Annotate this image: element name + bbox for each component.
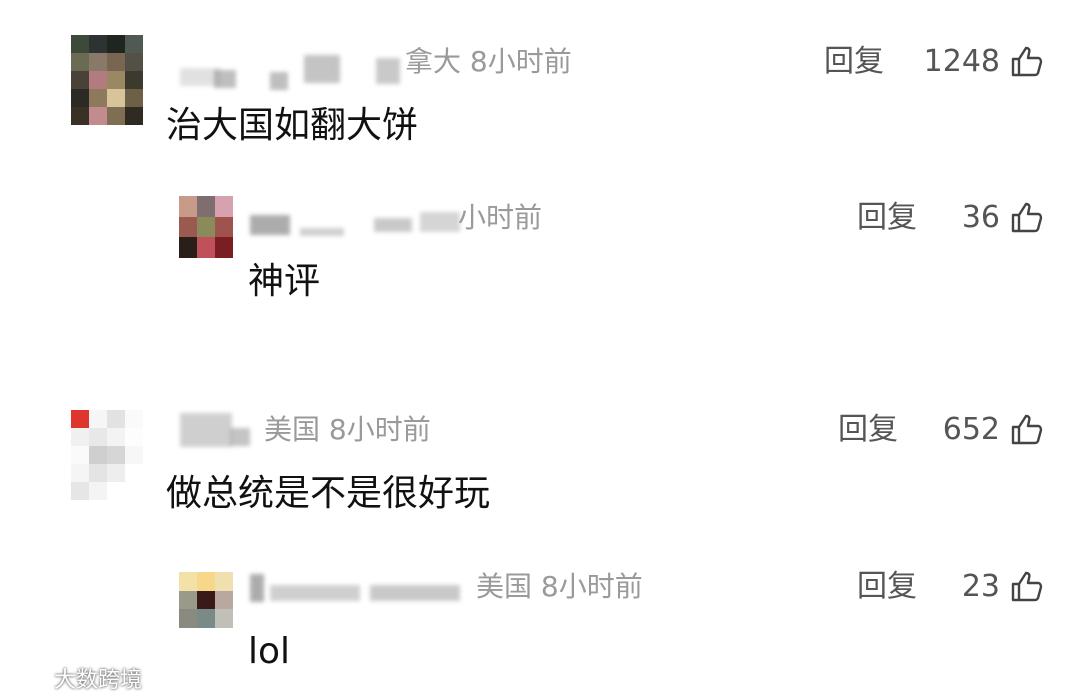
comment-text: lol — [248, 631, 291, 672]
watermark-text: 大数跨境 — [54, 668, 143, 693]
like-count: 1248 — [923, 44, 1000, 79]
like-count: 652 — [942, 412, 1000, 447]
like-count: 23 — [961, 569, 1000, 604]
comment-text: 神评 — [248, 261, 321, 302]
avatar[interactable] — [179, 572, 233, 628]
thumbs-up-icon[interactable] — [1010, 412, 1044, 446]
location-time: 美国 8小时前 — [264, 413, 431, 446]
avatar[interactable] — [179, 196, 233, 258]
location-time: 拿大 8小时前 — [405, 45, 572, 78]
thumbs-up-icon[interactable] — [1010, 200, 1044, 234]
comment-text: 治大国如翻大饼 — [166, 105, 419, 146]
reply-button[interactable]: 回复 — [824, 44, 884, 80]
brand-logo-icon — [8, 668, 44, 688]
reply-button[interactable]: 回复 — [838, 412, 898, 448]
comment-text: 做总统是不是很好玩 — [166, 473, 491, 514]
watermark: 大数跨境 — [8, 662, 142, 694]
thumbs-up-icon[interactable] — [1010, 569, 1044, 603]
location-time: 小时前 — [458, 201, 543, 234]
avatar[interactable] — [71, 410, 143, 500]
avatar[interactable] — [71, 35, 143, 125]
like-count: 36 — [961, 200, 1000, 235]
thumbs-up-icon[interactable] — [1010, 44, 1044, 78]
location-time: 美国 8小时前 — [476, 570, 643, 603]
